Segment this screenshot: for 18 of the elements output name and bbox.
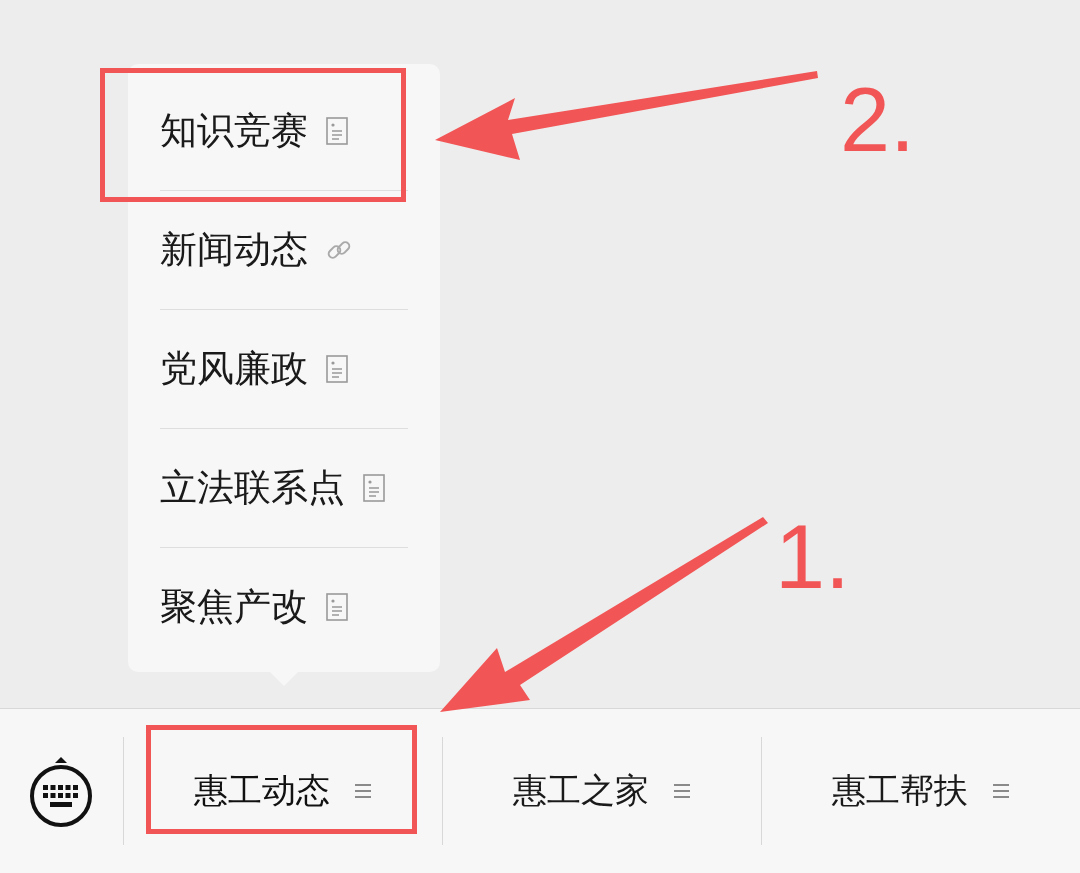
menu-item[interactable]: 新闻动态 <box>160 225 308 275</box>
menu-tab[interactable]: 惠工之家 <box>512 768 649 814</box>
document-icon <box>326 117 348 145</box>
document-icon <box>363 474 385 502</box>
menu-item[interactable]: 聚焦产改 <box>160 582 308 632</box>
menu-item[interactable]: 知识竞赛 <box>160 106 308 156</box>
menu-item[interactable]: 立法联系点 <box>160 463 345 513</box>
menu-tab[interactable]: 惠工帮扶 <box>831 768 968 814</box>
menu-icon <box>353 782 372 800</box>
annotation-number: 2. <box>840 75 916 165</box>
menu-icon <box>672 782 691 800</box>
document-icon <box>326 355 348 383</box>
document-icon <box>326 593 348 621</box>
menu-tab[interactable]: 惠工动态 <box>193 768 330 814</box>
menu-icon <box>991 782 1010 800</box>
keyboard-icon[interactable] <box>28 754 95 828</box>
menu-item[interactable]: 党风廉政 <box>160 344 308 394</box>
annotation-number: 1. <box>775 512 851 602</box>
